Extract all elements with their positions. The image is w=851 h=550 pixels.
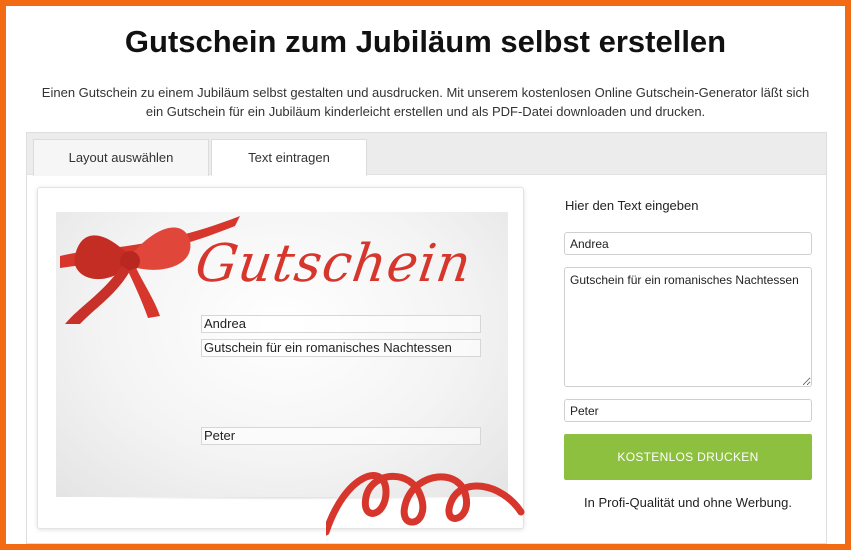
ribbon-curl-icon: [326, 472, 525, 536]
voucher-preview: Gutschein Andrea Gutschein für ein roman…: [37, 187, 525, 536]
message-textarea[interactable]: Gutschein für ein romanisches Nachtessen: [564, 267, 812, 387]
tab-layout[interactable]: Layout auswählen: [33, 139, 209, 176]
voucher-from-field: Peter: [201, 427, 481, 445]
tab-bar: Layout auswählen Text eintragen: [27, 133, 826, 176]
name-input[interactable]: [564, 232, 812, 255]
voucher-name-field: Andrea: [201, 315, 481, 333]
page-title: Gutschein zum Jubiläum selbst erstellen: [124, 24, 727, 59]
generator-panel: Layout auswählen Text eintragen Gutschei…: [26, 132, 827, 544]
intro-text: Einen Gutschein zu einem Jubiläum selbst…: [41, 85, 810, 119]
tab-text[interactable]: Text eintragen: [211, 139, 367, 176]
voucher-heading: Gutschein: [191, 234, 476, 294]
print-button[interactable]: KOSTENLOS DRUCKEN: [564, 434, 812, 480]
quality-note: In Profi-Qualität und ohne Werbung.: [584, 495, 792, 510]
voucher-card: Gutschein Andrea Gutschein für ein roman…: [56, 212, 525, 536]
form-label: Hier den Text eingeben: [565, 198, 699, 213]
voucher-text-field: Gutschein für ein romanisches Nachtessen: [201, 339, 481, 357]
from-input[interactable]: [564, 399, 812, 422]
